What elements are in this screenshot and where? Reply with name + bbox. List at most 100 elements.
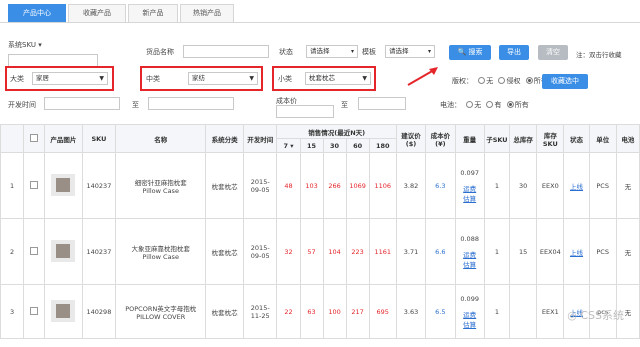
battery-cell: 无 [615, 218, 640, 285]
template-label: 模板 [362, 48, 376, 56]
middle-category-select[interactable]: 家纺 ▼ [188, 72, 258, 85]
col-image: 产品图片 [43, 124, 83, 153]
product-thumbnail[interactable] [51, 299, 76, 322]
tab-favorites[interactable]: 收藏产品 [68, 4, 126, 22]
total-stock-cell: 30 [508, 152, 538, 219]
status-cell: 上线 [563, 218, 590, 285]
col-sales-group: 销售情况(最近N天) [276, 124, 397, 139]
product-name-input[interactable] [183, 45, 269, 58]
sales-7-cell: 22 [276, 284, 301, 339]
sales-7-cell: 32 [276, 218, 301, 285]
col-dev-time[interactable]: 开发时间 [242, 124, 278, 153]
name-cell: 大象亚麻靠枕抱枕套 Pillow Case [115, 218, 207, 285]
annotation-arrow-icon [407, 67, 438, 86]
col-battery: 电池 [615, 124, 640, 153]
row-checkbox[interactable] [30, 246, 38, 255]
cost-cell: 6.3 [425, 152, 456, 219]
col-weight[interactable]: 重量 [454, 124, 485, 153]
chevron-down-icon: ▼ [249, 75, 254, 82]
stock-sku-cell: EEX1 [536, 284, 565, 339]
dev-time-end-input[interactable] [148, 97, 234, 110]
sales-30-cell: 266 [322, 152, 347, 219]
cost-min-input[interactable] [276, 105, 334, 118]
product-thumbnail[interactable] [51, 173, 76, 196]
name-cell: 细密针亚麻抱枕套 Pillow Case [115, 152, 207, 219]
col-sales-60[interactable]: 60 [345, 138, 370, 153]
suggest-price-cell: 3.63 [395, 284, 427, 339]
dev-time-start-input[interactable] [44, 97, 120, 110]
name-en: PILLOW COVER [136, 312, 186, 321]
product-image-cell [43, 152, 83, 219]
name-cell: POPCORN英文字母抱枕 PILLOW COVER [115, 284, 207, 339]
radio-battery-all[interactable] [506, 101, 514, 108]
system-sku-label: 系统SKU ▾ [8, 41, 42, 49]
plate-filter: 版权： 无 侵权 所有 [452, 77, 548, 85]
col-cost[interactable]: 成本价(¥) [425, 124, 456, 153]
col-sub-sku: 子SKU [483, 124, 510, 153]
col-total-stock[interactable]: 总库存 [508, 124, 538, 153]
chevron-down-icon: ▾ [427, 48, 431, 55]
freight-estimate-link[interactable]: 运费 估算 [456, 183, 483, 203]
sub-sku-cell: 1 [483, 218, 510, 285]
col-sku[interactable]: SKU [81, 124, 117, 153]
dev-time-cell: 2015- 09-05 [242, 218, 278, 285]
weight-cell: 0.099 运费 估算 [454, 284, 485, 339]
tab-product-center[interactable]: 产品中心 [8, 4, 66, 22]
row-checkbox[interactable] [30, 180, 38, 189]
sales-15-cell: 103 [299, 152, 324, 219]
radio-battery-none[interactable] [466, 101, 474, 108]
cost-to-label: 至 [341, 101, 348, 109]
radio-plate-all[interactable] [525, 77, 533, 84]
template-select[interactable]: 请选择 ▾ [385, 45, 435, 58]
middle-category-label: 中类 [146, 75, 160, 83]
tab-bar: 产品中心 收藏产品 新产品 热销产品 [0, 0, 640, 23]
row-index: 2 [0, 218, 25, 285]
search-button[interactable]: 🔍 搜索 [449, 45, 491, 60]
table-row[interactable]: 1 140237 细密针亚麻抱枕套 Pillow Case 枕套枕芯 2015- 09-05… [0, 152, 640, 219]
radio-plate-infringe[interactable] [498, 77, 506, 84]
suggest-price-cell: 3.82 [395, 152, 427, 219]
name-cn: 大象亚麻靠枕抱枕套 [131, 244, 190, 253]
col-select [23, 124, 45, 153]
major-category-select[interactable]: 家居 ▼ [32, 72, 108, 85]
minor-category-select[interactable]: 枕套枕芯 ▼ [305, 72, 371, 85]
table-row[interactable]: 3 140298 POPCORN英文字母抱枕 PILLOW COVER 枕套枕芯 2015… [0, 284, 640, 339]
freight-estimate-link[interactable]: 运费 估算 [456, 249, 483, 269]
col-stock-sku: 库存SKU [536, 124, 565, 153]
col-sales-30[interactable]: 30 [322, 138, 347, 153]
export-button[interactable]: 导出 [499, 45, 529, 60]
clear-button[interactable]: 清空 [538, 45, 568, 60]
status-select[interactable]: 请选择 ▾ [306, 45, 358, 58]
name-cn: POPCORN英文字母抱枕 [125, 304, 197, 313]
radio-battery-yes[interactable] [486, 101, 494, 108]
row-checkbox-cell [23, 284, 45, 339]
status-link[interactable]: 上线 [570, 183, 583, 191]
tab-new-products[interactable]: 新产品 [128, 4, 178, 22]
sales-60-cell: 1069 [345, 152, 370, 219]
product-name-label: 货品名称 [146, 48, 174, 56]
row-checkbox-cell [23, 218, 45, 285]
col-sales-180[interactable]: 180 [368, 138, 397, 153]
row-checkbox[interactable] [30, 306, 38, 315]
col-index [0, 124, 25, 153]
col-suggest-price[interactable]: 建议价($) [395, 124, 427, 153]
dev-time-label: 开发时间 [8, 101, 36, 109]
select-all-checkbox[interactable] [30, 133, 38, 142]
search-icon: 🔍 [457, 48, 467, 56]
freight-estimate-link[interactable]: 运费 估算 [456, 309, 483, 329]
tab-hot-products[interactable]: 热销产品 [180, 4, 234, 22]
sort-desc-icon: ▾ [290, 141, 294, 150]
radio-plate-none[interactable] [478, 77, 486, 84]
category-cell: 枕套枕芯 [205, 284, 244, 339]
col-status: 状态 [563, 124, 590, 153]
table-row[interactable]: 2 140237 大象亚麻靠枕抱枕套 Pillow Case 枕套枕芯 2015- 09-0… [0, 218, 640, 285]
col-sales-15[interactable]: 15 [299, 138, 324, 153]
status-link[interactable]: 上线 [570, 249, 583, 257]
sku-cell: 140298 [81, 284, 117, 339]
sales-180-cell: 1161 [368, 218, 397, 285]
product-thumbnail[interactable] [51, 239, 76, 262]
collect-selected-button[interactable]: 收藏选中 [542, 74, 588, 89]
col-sales-7[interactable]: 7 ▾ [276, 138, 301, 153]
cost-max-input[interactable] [358, 97, 406, 110]
sub-sku-cell: 1 [483, 152, 510, 219]
